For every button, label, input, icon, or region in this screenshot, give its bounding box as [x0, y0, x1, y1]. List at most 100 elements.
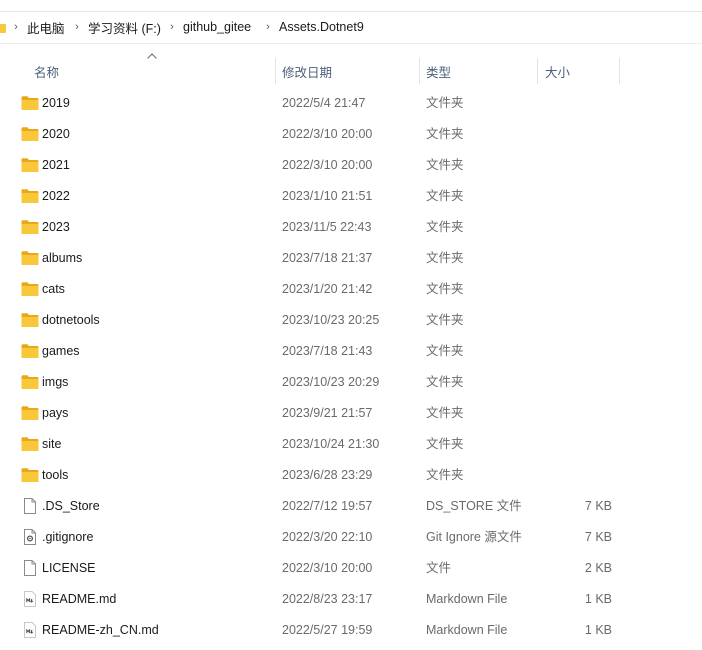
- chevron-right-icon[interactable]: ›: [167, 21, 177, 33]
- breadcrumb-item-github-gitee[interactable]: › github_gitee: [167, 14, 255, 40]
- file-row[interactable]: 2020 2022/3/10 20:00 文件夹: [0, 119, 702, 150]
- folder-icon: [21, 343, 39, 359]
- file-modified-date: 2023/6/28 23:29: [282, 468, 373, 482]
- settings-file-icon: [21, 529, 39, 545]
- file-modified-date: 2023/7/18 21:37: [282, 251, 373, 265]
- folder-icon: [21, 436, 39, 452]
- folder-icon: [0, 24, 6, 33]
- file-type: 文件夹: [426, 158, 464, 172]
- column-header-modified[interactable]: 修改日期: [282, 56, 418, 86]
- chevron-right-icon[interactable]: ›: [263, 21, 273, 33]
- file-name: .gitignore: [42, 530, 94, 544]
- file-size: 2 KB: [584, 561, 612, 575]
- file-type: Git Ignore 源文件: [426, 530, 522, 544]
- folder-icon: [21, 405, 39, 421]
- breadcrumb-label[interactable]: 学习资料 (F:): [82, 18, 165, 37]
- file-modified-date: 2023/11/5 22:43: [282, 220, 372, 234]
- file-row[interactable]: dotnetools 2023/10/23 20:25 文件夹: [0, 305, 702, 336]
- file-modified-date: 2023/1/20 21:42: [282, 282, 373, 296]
- file-row[interactable]: 2022 2023/1/10 21:51 文件夹: [0, 181, 702, 212]
- folder-icon: [21, 281, 39, 297]
- toolbar-divider: [0, 43, 702, 44]
- file-type: 文件夹: [426, 406, 464, 420]
- file-modified-date: 2023/10/24 21:30: [282, 437, 380, 451]
- breadcrumb: › 此电脑 › 学习资料 (F:) › github_gitee › Asset…: [0, 14, 702, 40]
- folder-icon: [21, 126, 39, 142]
- file-modified-date: 2022/3/20 22:10: [282, 530, 373, 544]
- file-row[interactable]: 2021 2022/3/10 20:00 文件夹: [0, 150, 702, 181]
- blank-file-icon: [21, 560, 39, 576]
- file-modified-date: 2023/10/23 20:25: [282, 313, 380, 327]
- folder-icon: [21, 250, 39, 266]
- file-row[interactable]: albums 2023/7/18 21:37 文件夹: [0, 243, 702, 274]
- folder-icon: [21, 95, 39, 111]
- file-row[interactable]: pays 2023/9/21 21:57 文件夹: [0, 398, 702, 429]
- file-name: albums: [42, 251, 83, 265]
- file-type: 文件夹: [426, 313, 464, 327]
- file-modified-date: 2022/7/12 19:57: [282, 499, 373, 513]
- file-type: Markdown File: [426, 592, 508, 606]
- file-name: games: [42, 344, 80, 358]
- folder-icon: [21, 188, 39, 204]
- folder-icon: [21, 374, 39, 390]
- file-row[interactable]: games 2023/7/18 21:43 文件夹: [0, 336, 702, 367]
- file-name: 2022: [42, 189, 70, 203]
- breadcrumb-item-assets-dotnet9[interactable]: › Assets.Dotnet9: [263, 14, 368, 40]
- file-row[interactable]: 2023 2023/11/5 22:43 文件夹: [0, 212, 702, 243]
- breadcrumb-item-drive[interactable]: › 学习资料 (F:): [72, 14, 165, 40]
- breadcrumb-item-this-pc[interactable]: › 此电脑: [11, 14, 69, 40]
- file-modified-date: 2022/3/10 20:00: [282, 127, 373, 141]
- file-row[interactable]: cats 2023/1/20 21:42 文件夹: [0, 274, 702, 305]
- file-name: .DS_Store: [42, 499, 100, 513]
- file-type: 文件夹: [426, 189, 464, 203]
- file-row[interactable]: .gitignore 2022/3/20 22:10 Git Ignore 源文件 7…: [0, 522, 702, 553]
- folder-icon: [21, 467, 39, 483]
- file-row[interactable]: imgs 2023/10/23 20:29 文件夹: [0, 367, 702, 398]
- file-name: 2019: [42, 96, 70, 110]
- file-name: 2023: [42, 220, 70, 234]
- chevron-right-icon[interactable]: ›: [72, 21, 82, 33]
- chevron-right-icon[interactable]: ›: [11, 21, 21, 33]
- file-type: 文件夹: [426, 127, 464, 141]
- file-modified-date: 2022/8/23 23:17: [282, 592, 373, 606]
- file-modified-date: 2022/5/4 21:47: [282, 96, 366, 110]
- file-modified-date: 2023/10/23 20:29: [282, 375, 380, 389]
- column-header-name[interactable]: 名称: [34, 56, 274, 86]
- file-row[interactable]: README.md 2022/8/23 23:17 Markdown File 1 K…: [0, 584, 702, 615]
- folder-icon: [21, 219, 39, 235]
- breadcrumb-label[interactable]: 此电脑: [21, 18, 69, 37]
- file-row[interactable]: 2019 2022/5/4 21:47 文件夹: [0, 88, 702, 119]
- file-type: 文件夹: [426, 282, 464, 296]
- file-name: README-zh_CN.md: [42, 623, 159, 637]
- markdown-file-icon: [21, 591, 39, 607]
- column-resize-handle[interactable]: [275, 58, 276, 84]
- file-name: README.md: [42, 592, 117, 606]
- markdown-file-icon: [21, 622, 39, 638]
- file-name: tools: [42, 468, 69, 482]
- file-row[interactable]: README-zh_CN.md 2022/5/27 19:59 Markdown F…: [0, 615, 702, 646]
- file-modified-date: 2023/1/10 21:51: [282, 189, 373, 203]
- file-name: site: [42, 437, 62, 451]
- column-resize-handle[interactable]: [619, 58, 620, 84]
- column-resize-handle[interactable]: [537, 58, 538, 84]
- column-resize-handle[interactable]: [419, 58, 420, 84]
- file-row[interactable]: LICENSE 2022/3/10 20:00 文件 2 KB: [0, 553, 702, 584]
- breadcrumb-label[interactable]: github_gitee: [177, 20, 255, 34]
- file-row[interactable]: tools 2023/6/28 23:29 文件夹: [0, 460, 702, 491]
- file-modified-date: 2022/5/27 19:59: [282, 623, 373, 637]
- file-row[interactable]: site 2023/10/24 21:30 文件夹: [0, 429, 702, 460]
- breadcrumb-label[interactable]: Assets.Dotnet9: [273, 20, 368, 34]
- file-type: DS_STORE 文件: [426, 499, 522, 513]
- folder-icon: [21, 312, 39, 328]
- file-type: 文件夹: [426, 220, 464, 234]
- column-header-type[interactable]: 类型: [426, 56, 536, 86]
- file-modified-date: 2022/3/10 20:00: [282, 158, 373, 172]
- file-name: imgs: [42, 375, 69, 389]
- file-name: cats: [42, 282, 65, 296]
- column-header-size[interactable]: 大小: [545, 56, 615, 86]
- file-type: Markdown File: [426, 623, 508, 637]
- file-row[interactable]: .DS_Store 2022/7/12 19:57 DS_STORE 文件 7 KB: [0, 491, 702, 522]
- file-name: 2021: [42, 158, 70, 172]
- file-type: 文件: [426, 561, 452, 575]
- file-name: dotnetools: [42, 313, 100, 327]
